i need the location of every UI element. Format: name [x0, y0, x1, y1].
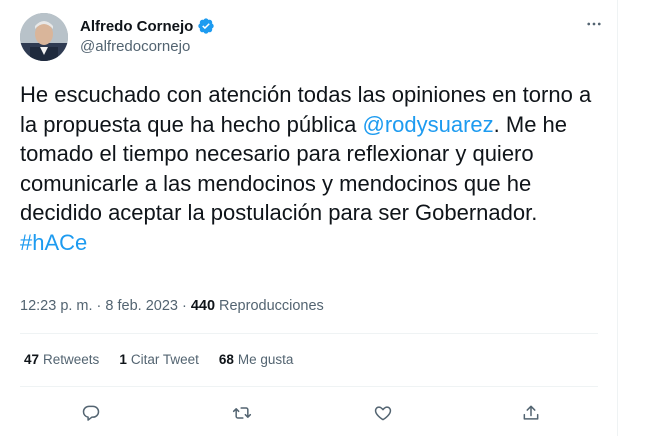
tweet-text: He escuchado con atención todas las opin…: [20, 80, 600, 257]
like-button[interactable]: [368, 398, 398, 428]
quotes-stat[interactable]: 1 Citar Tweet: [119, 352, 199, 367]
retweets-count: 47: [24, 352, 40, 367]
action-bar: [0, 398, 618, 428]
quotes-label: Citar Tweet: [130, 352, 199, 367]
share-icon: [523, 405, 539, 420]
more-options-icon[interactable]: [582, 12, 606, 36]
views-label: Reproducciones: [219, 298, 324, 314]
quotes-count: 1: [119, 352, 127, 367]
engagement-stats: 47 Retweets 1 Citar Tweet 68 Me gusta: [24, 352, 313, 367]
retweets-stat[interactable]: 47 Retweets: [24, 352, 99, 367]
likes-count: 68: [218, 352, 234, 367]
tweet-card: Alfredo Cornejo @alfredocornejo He escuc…: [0, 0, 618, 436]
author-name[interactable]: Alfredo Cornejo: [80, 18, 193, 35]
mention-link[interactable]: @rodysuarez: [362, 112, 493, 137]
meta-separator: ·: [96, 298, 102, 314]
verified-badge-icon: [197, 17, 215, 35]
heart-icon: [374, 406, 392, 421]
author-handle[interactable]: @alfredocornejo: [80, 38, 190, 55]
avatar-photo-icon: [20, 13, 68, 61]
author-avatar[interactable]: [20, 13, 68, 61]
retweet-icon: [232, 407, 252, 419]
views-count: 440: [190, 298, 216, 314]
tweet-meta: 12:23 p. m. · 8 feb. 2023 · 440 Reproduc…: [20, 298, 324, 314]
author-name-row: Alfredo Cornejo: [80, 16, 215, 36]
divider-top: [20, 333, 598, 334]
hashtag-link[interactable]: #hACe: [20, 230, 87, 255]
divider-bottom: [20, 386, 598, 387]
meta-separator-2: ·: [181, 298, 187, 314]
share-button[interactable]: [516, 398, 546, 428]
retweet-button[interactable]: [227, 398, 257, 428]
tweet-date[interactable]: 8 feb. 2023: [105, 298, 178, 314]
reply-button[interactable]: [76, 398, 106, 428]
likes-stat[interactable]: 68 Me gusta: [219, 352, 294, 367]
retweets-label: Retweets: [43, 352, 100, 367]
reply-icon: [82, 405, 100, 421]
tweet-time[interactable]: 12:23 p. m.: [20, 298, 93, 314]
likes-label: Me gusta: [237, 352, 294, 367]
